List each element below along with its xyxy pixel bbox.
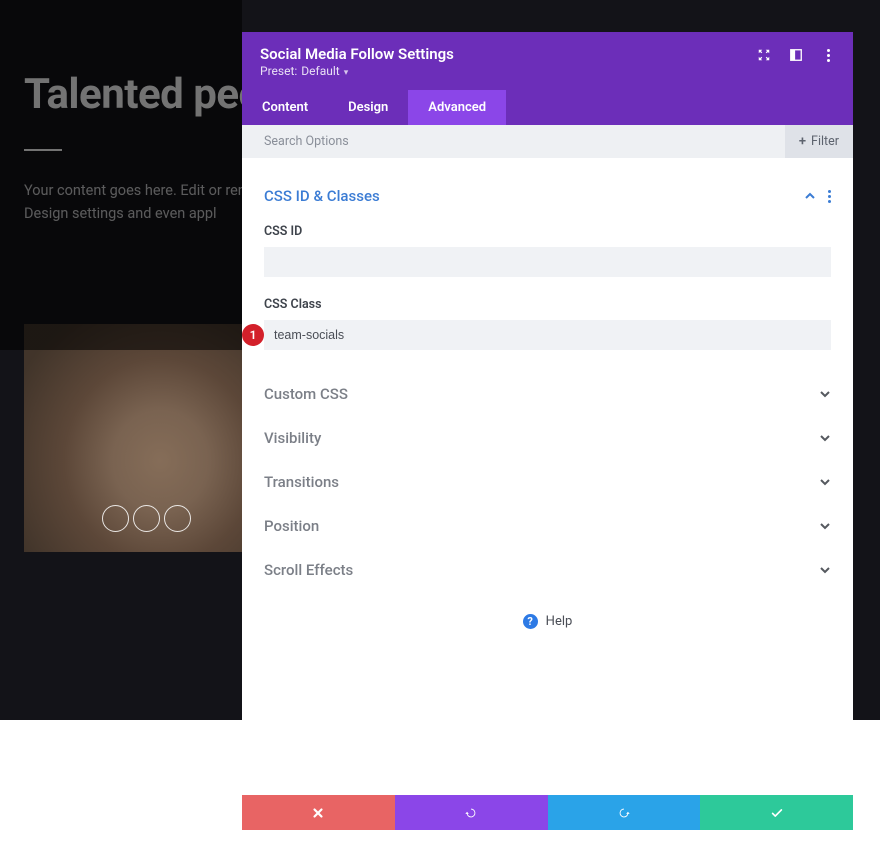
team-social-icons [102, 505, 191, 532]
section-head-position[interactable]: Position [264, 504, 831, 548]
annotation-badge-1: 1 [242, 324, 264, 346]
section-css-id-classes: CSS ID & Classes CSS ID CSS Class [242, 174, 853, 372]
chevron-down-icon [819, 476, 831, 488]
section-title: Custom CSS [264, 385, 348, 403]
section-position: Position [242, 504, 853, 548]
chevron-down-icon [819, 520, 831, 532]
help-link[interactable]: ? Help [242, 614, 853, 629]
chevron-down-icon [819, 432, 831, 444]
section-head-scroll-effects[interactable]: Scroll Effects [264, 548, 831, 592]
preset-selector[interactable]: Preset: Default [260, 64, 454, 78]
search-options-row: Search Options + Filter [242, 125, 853, 158]
section-head-transitions[interactable]: Transitions [264, 460, 831, 504]
section-title: Scroll Effects [264, 561, 353, 579]
save-button[interactable] [700, 795, 853, 830]
section-head-custom-css[interactable]: Custom CSS [264, 372, 831, 416]
filter-button[interactable]: + Filter [785, 125, 853, 158]
modal-tabs: Content Design Advanced [242, 90, 853, 125]
check-icon [770, 806, 784, 820]
close-icon [311, 806, 325, 820]
expand-icon[interactable] [757, 48, 771, 62]
section-head-visibility[interactable]: Visibility [264, 416, 831, 460]
section-title: Transitions [264, 473, 339, 491]
panel-toggle-icon[interactable] [789, 48, 803, 62]
social-icon-1[interactable] [102, 505, 129, 532]
filter-label: Filter [811, 134, 839, 149]
chevron-down-icon [344, 64, 349, 78]
cancel-button[interactable] [242, 795, 395, 830]
undo-button[interactable] [395, 795, 548, 830]
preset-value: Default [301, 64, 339, 78]
modal-body: CSS ID & Classes CSS ID CSS Class [242, 158, 853, 795]
kebab-menu-icon[interactable] [821, 48, 835, 62]
tab-advanced[interactable]: Advanced [408, 90, 506, 125]
plus-icon: + [799, 134, 806, 149]
preset-label: Preset: [260, 64, 297, 78]
css-id-input[interactable] [264, 247, 831, 277]
css-class-label: CSS Class [264, 297, 831, 312]
modal-title: Social Media Follow Settings [260, 45, 454, 63]
chevron-up-icon [804, 190, 816, 202]
modal-header: Social Media Follow Settings Preset: Def… [242, 32, 853, 90]
section-title: Visibility [264, 429, 321, 447]
title-underline [24, 149, 62, 151]
section-title: CSS ID & Classes [264, 187, 380, 205]
help-icon: ? [523, 614, 538, 629]
social-icon-2[interactable] [133, 505, 160, 532]
settings-modal: Social Media Follow Settings Preset: Def… [242, 32, 853, 830]
redo-button[interactable] [548, 795, 701, 830]
section-scroll-effects: Scroll Effects [242, 548, 853, 592]
tab-design[interactable]: Design [328, 90, 408, 125]
search-input[interactable]: Search Options [264, 134, 349, 149]
section-kebab-icon[interactable] [828, 190, 831, 203]
section-visibility: Visibility [242, 416, 853, 460]
tab-content[interactable]: Content [242, 90, 328, 125]
chevron-down-icon [819, 564, 831, 576]
undo-icon [464, 806, 478, 820]
section-transitions: Transitions [242, 460, 853, 504]
section-title: Position [264, 517, 319, 535]
css-class-input[interactable] [264, 320, 831, 350]
help-label: Help [546, 614, 573, 629]
css-id-label: CSS ID [264, 224, 831, 239]
section-custom-css: Custom CSS [242, 372, 853, 416]
redo-icon [617, 806, 631, 820]
modal-footer [242, 795, 853, 830]
social-icon-3[interactable] [164, 505, 191, 532]
chevron-down-icon [819, 388, 831, 400]
section-head-css-id-classes[interactable]: CSS ID & Classes [264, 174, 831, 218]
